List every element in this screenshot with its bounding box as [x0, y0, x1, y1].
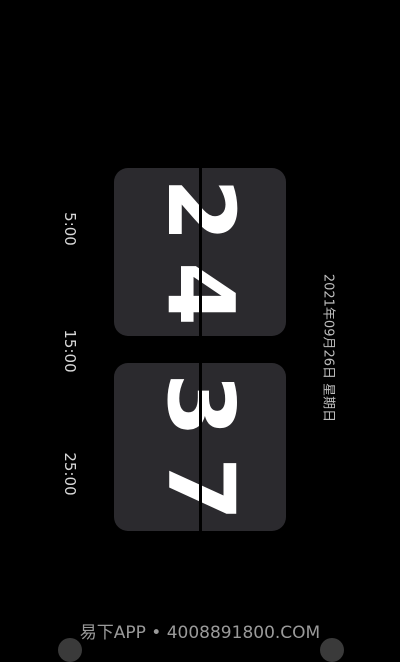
flip-divider — [199, 363, 202, 531]
timer-preset-15min[interactable]: 15:00 — [61, 329, 79, 372]
watermark-text: 易下APP • 4008891800.COM — [79, 623, 321, 643]
timer-preset-25min[interactable]: 25:00 — [61, 452, 79, 495]
settings-gear-icon[interactable] — [58, 638, 82, 662]
flip-divider — [199, 168, 202, 336]
theme-icon[interactable] — [320, 638, 344, 662]
timer-preset-5min[interactable]: 5:00 — [61, 212, 79, 246]
hours-flip-card: 2 4 — [114, 168, 286, 336]
date-label: 2021年09月26日 星期日 — [320, 273, 336, 423]
minutes-flip-card: 3 7 — [114, 363, 286, 531]
